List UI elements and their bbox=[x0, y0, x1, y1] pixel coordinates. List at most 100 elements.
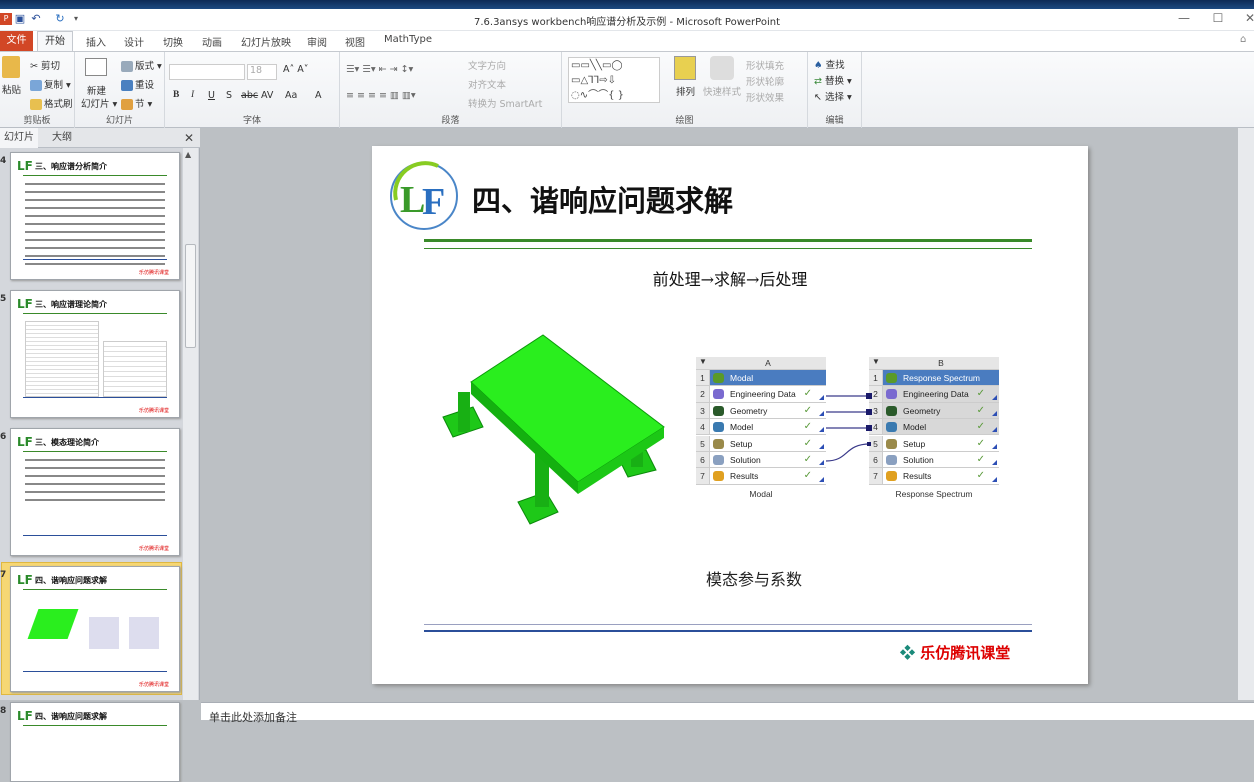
slide-canvas: L F 四、谐响应问题求解 前处理→求解→后处理 ▼ A 1 Modal 2 Engine… bbox=[372, 146, 1088, 684]
system-cell[interactable]: 3 Geometry ✓ bbox=[869, 402, 999, 420]
help-icon[interactable]: ⌂ bbox=[1240, 34, 1246, 45]
replace-button[interactable]: ⇄ 替换 ▾ bbox=[814, 73, 852, 87]
copy-button[interactable]: 复制 ▾ bbox=[30, 77, 71, 91]
schematic-thumbnail bbox=[89, 617, 119, 649]
tab-home[interactable]: 开始 bbox=[37, 31, 73, 52]
tab-review[interactable]: 审阅 bbox=[307, 34, 327, 49]
new-slide-button[interactable]: 幻灯片 ▾ bbox=[81, 96, 117, 110]
editor-scrollbar[interactable] bbox=[1238, 128, 1254, 700]
bullet-line bbox=[25, 459, 165, 461]
system-cell[interactable]: 5 Setup ✓ bbox=[696, 435, 826, 452]
system-cell[interactable]: 3 Geometry ✓ bbox=[696, 402, 826, 420]
slide-thumbnail[interactable]: LF 四、谐响应问题求解 bbox=[10, 702, 180, 782]
reset-button[interactable]: 重设 bbox=[121, 77, 154, 91]
align-text-button[interactable]: 对齐文本 bbox=[468, 77, 506, 91]
tab-insert[interactable]: 插入 bbox=[86, 34, 106, 49]
arrange-button[interactable]: 排列 bbox=[676, 84, 695, 98]
quick-styles-button[interactable]: 快速样式 bbox=[703, 84, 741, 98]
find-button[interactable]: ♠ 查找 bbox=[814, 57, 845, 71]
slide-thumbnail[interactable]: LF 四、谐响应问题求解 乐仿腾讯课堂 bbox=[10, 566, 180, 692]
system-cell[interactable]: 4 Model ✓ bbox=[696, 419, 826, 436]
system-cell[interactable]: 7 Results ✓ bbox=[869, 468, 999, 485]
system-cell[interactable]: 5 Setup ✓ bbox=[869, 435, 999, 452]
tab-file[interactable]: 文件 bbox=[0, 31, 33, 51]
system-header: ▼ A bbox=[696, 357, 826, 370]
tab-design[interactable]: 设计 bbox=[124, 34, 144, 49]
tab-mathtype[interactable]: MathType bbox=[384, 34, 432, 45]
model-icon bbox=[886, 422, 897, 433]
system-cell[interactable]: 7 Results ✓ bbox=[696, 468, 826, 485]
bullet-line bbox=[25, 483, 165, 485]
layout-button[interactable]: 版式 ▾ bbox=[121, 58, 162, 72]
cell-expand-icon[interactable] bbox=[992, 460, 997, 466]
shadow-button[interactable]: S bbox=[226, 90, 232, 101]
tab-transitions[interactable]: 切换 bbox=[163, 34, 183, 49]
cell-expand-icon[interactable] bbox=[992, 443, 997, 449]
slide-thumbnail[interactable]: LF 三、响应谱分析简介 乐仿腾讯课堂 bbox=[10, 152, 180, 280]
slide-number: 4 bbox=[0, 156, 7, 166]
scrollbar-thumb[interactable] bbox=[185, 244, 196, 348]
check-icon: ✓ bbox=[976, 470, 985, 482]
format-painter-button[interactable]: 格式刷 bbox=[30, 96, 73, 110]
system-cell[interactable]: 6 Solution ✓ bbox=[696, 452, 826, 469]
smartart-button[interactable]: 转换为 SmartArt bbox=[468, 96, 542, 110]
section-button[interactable]: 节 ▾ bbox=[121, 96, 152, 110]
font-color-button[interactable]: A bbox=[315, 90, 322, 101]
tab-slideshow[interactable]: 幻灯片放映 bbox=[241, 34, 291, 49]
shapes-gallery[interactable]: ▭▭╲╲▭◯ ▭△⅂⅂⇨⇩ ◌∿⌒⌒{ } bbox=[568, 57, 660, 103]
system-block-b[interactable]: ▼ B 1 Response Spectrum 2 Engineering Data ✓ 3 G… bbox=[869, 357, 999, 499]
cell-expand-icon[interactable] bbox=[992, 427, 997, 433]
system-cell[interactable]: 2 Engineering Data ✓ bbox=[696, 386, 826, 403]
cell-expand-icon[interactable] bbox=[992, 411, 997, 417]
system-cell[interactable]: 6 Solution ✓ bbox=[869, 452, 999, 469]
system-title-row[interactable]: 1 Response Spectrum bbox=[869, 370, 999, 387]
strikethrough-button[interactable]: abc bbox=[241, 90, 258, 101]
select-button[interactable]: ↖ 选择 ▾ bbox=[814, 89, 852, 103]
ribbon-tabs: 文件 开始 插入 设计 切换 动画 幻灯片放映 审阅 视图 MathType ⌂ bbox=[0, 31, 1254, 52]
system-menu-icon[interactable]: ▼ bbox=[872, 357, 880, 366]
system-cell[interactable]: 2 Engineering Data ✓ bbox=[869, 386, 999, 403]
shape-outline-button[interactable]: 形状轮廓 bbox=[746, 74, 784, 88]
cell-expand-icon[interactable] bbox=[992, 476, 997, 482]
underline-button[interactable]: U bbox=[208, 90, 215, 101]
tab-outline[interactable]: 大纲 bbox=[48, 128, 76, 148]
cut-button[interactable]: ✂ 剪切 bbox=[30, 58, 60, 72]
font-name-select[interactable] bbox=[169, 64, 245, 80]
close-button[interactable]: ✕ bbox=[1238, 11, 1254, 27]
tab-view[interactable]: 视图 bbox=[345, 34, 365, 49]
paste-button[interactable]: 粘贴 bbox=[2, 82, 21, 96]
bullet-line bbox=[25, 255, 165, 257]
bullets-button[interactable]: ☰▾ ☰▾ ⇤ ⇥ ↕▾ bbox=[346, 64, 413, 75]
row-number: 6 bbox=[696, 452, 710, 468]
char-spacing-button[interactable]: AV bbox=[261, 90, 273, 101]
minimize-button[interactable]: — bbox=[1172, 11, 1196, 27]
alignment-buttons[interactable]: ≡ ≡ ≡ ≡ ▥ ▥▾ bbox=[346, 90, 416, 101]
text-direction-button[interactable]: 文字方向 bbox=[468, 58, 506, 72]
lf-logo: LF bbox=[17, 573, 33, 587]
system-block-a[interactable]: ▼ A 1 Modal 2 Engineering Data ✓ 3 Geometry ✓ 4 Mod… bbox=[696, 357, 826, 499]
system-menu-icon[interactable]: ▼ bbox=[699, 357, 707, 366]
scroll-up-icon[interactable]: ▲ bbox=[185, 150, 191, 159]
grow-font-button[interactable]: A˄ A˅ bbox=[283, 64, 309, 75]
italic-button[interactable]: I bbox=[191, 90, 194, 100]
slide-thumbnail[interactable]: LF 三、模态理论简介 乐仿腾讯课堂 bbox=[10, 428, 180, 556]
cell-expand-icon[interactable] bbox=[819, 476, 824, 482]
slide-title: 四、谐响应问题求解 bbox=[472, 184, 734, 218]
shape-fill-button[interactable]: 形状填充 bbox=[746, 58, 784, 72]
cell-body: Response Spectrum bbox=[883, 370, 999, 386]
bold-button[interactable]: B bbox=[173, 90, 179, 100]
pane-close-button[interactable]: ✕ bbox=[180, 128, 198, 148]
font-size-select[interactable]: 18 bbox=[247, 64, 277, 80]
maximize-button[interactable]: ☐ bbox=[1206, 11, 1230, 27]
cell-expand-icon[interactable] bbox=[992, 394, 997, 400]
new-slide-label[interactable]: 新建 bbox=[87, 83, 106, 97]
notes-input[interactable]: 单击此处添加备注 bbox=[201, 702, 1254, 724]
slide-thumbnail[interactable]: LF 三、响应谱理论简介 乐仿腾讯课堂 bbox=[10, 290, 180, 418]
tab-animations[interactable]: 动画 bbox=[202, 34, 222, 49]
pane-scrollbar[interactable]: ▲ bbox=[183, 148, 198, 700]
shape-effects-button[interactable]: 形状效果 bbox=[746, 90, 784, 104]
system-cell[interactable]: 4 Model ✓ bbox=[869, 419, 999, 436]
system-title-row[interactable]: 1 Modal bbox=[696, 370, 826, 387]
tab-slides[interactable]: 幻灯片 bbox=[0, 128, 38, 148]
change-case-button[interactable]: Aa bbox=[285, 90, 297, 101]
